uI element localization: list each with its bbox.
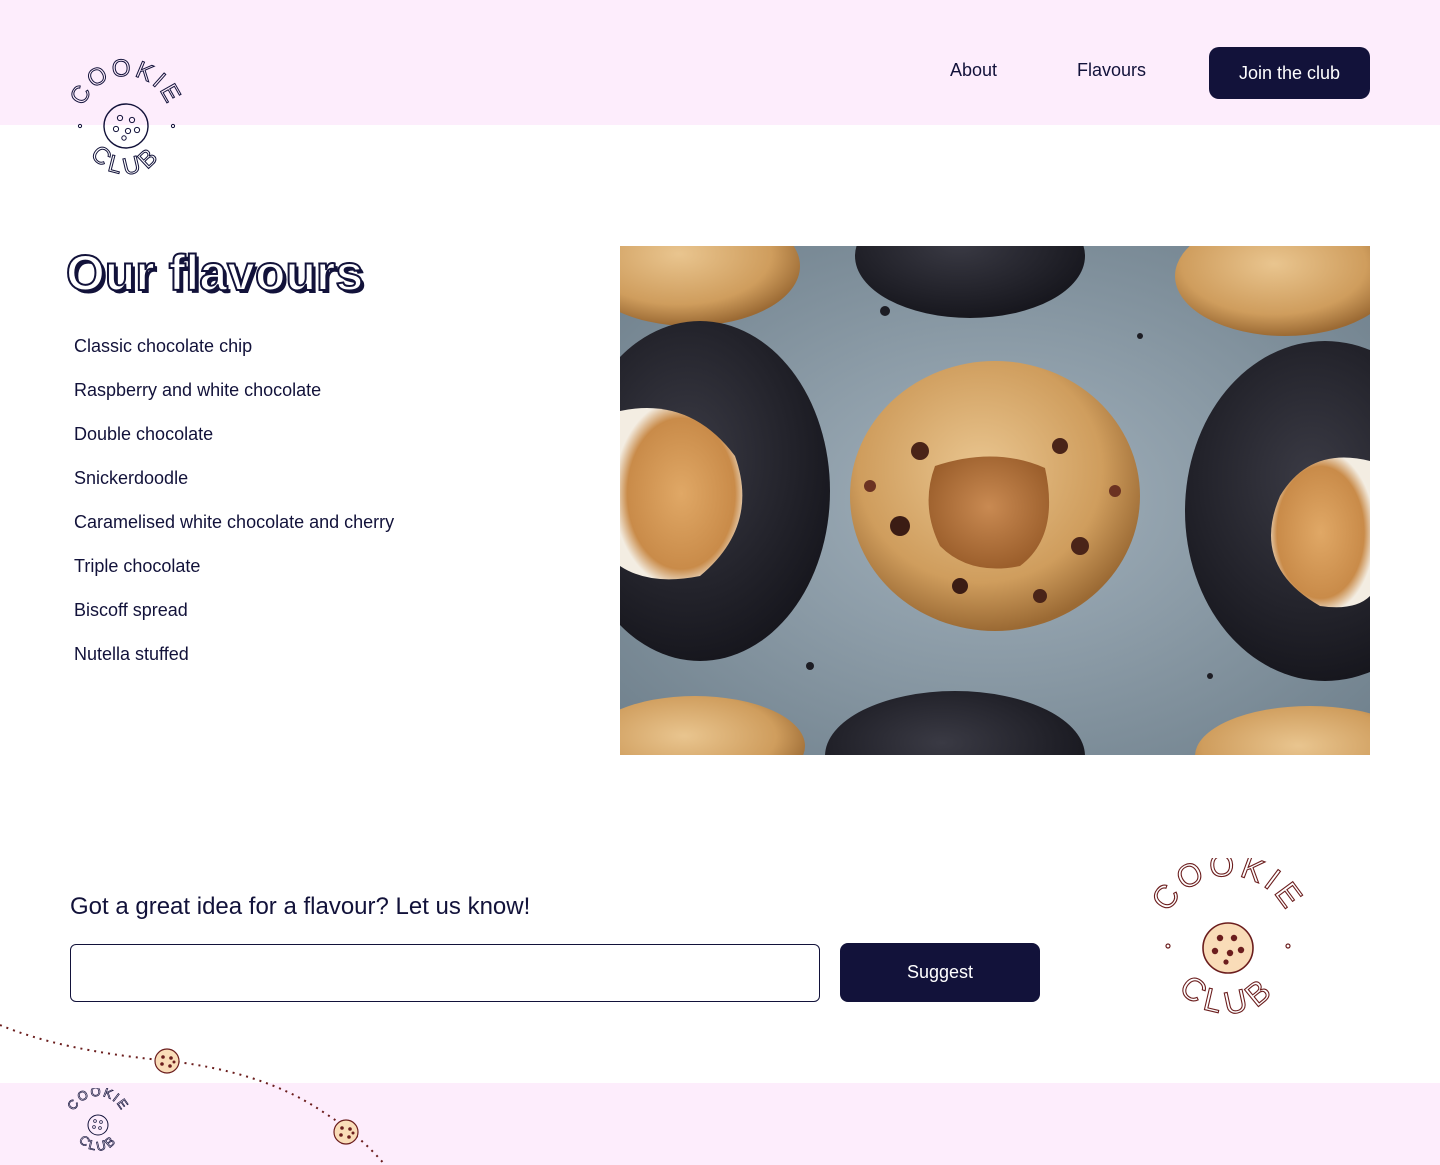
biscoff-centre <box>928 456 1050 569</box>
nav-about-link[interactable]: About <box>950 60 997 81</box>
flavour-item: Caramelised white chocolate and cherry <box>74 512 395 532</box>
logo-large-word-top: COOKIE <box>1144 846 1309 918</box>
flavour-item: Nutella stuffed <box>74 644 189 664</box>
cookie-club-logo[interactable]: COOKIE CLUB <box>60 54 192 190</box>
cookie-club-logo-large: COOKIE CLUB <box>1140 846 1316 1034</box>
flavour-list: Classic chocolate chip Raspberry and whi… <box>74 334 394 686</box>
suggest-button[interactable]: Suggest <box>840 943 1040 1002</box>
flavour-item: Double chocolate <box>74 424 214 444</box>
join-club-button[interactable]: Join the club <box>1209 47 1370 99</box>
page-title: Our flavours Our flavours <box>62 236 422 316</box>
flavour-item: Biscoff spread <box>74 600 188 620</box>
flavour-item: Classic chocolate chip <box>74 336 253 356</box>
flavour-item: Triple chocolate <box>74 556 201 576</box>
suggest-heading: Got a great idea for a flavour? Let us k… <box>70 893 531 920</box>
logo-word-bottom: CLUB <box>85 140 162 182</box>
flavour-item: Snickerdoodle <box>74 468 189 488</box>
svg-text:COOKIE: COOKIE <box>65 58 187 109</box>
flavour-item: Raspberry and white chocolate <box>74 380 322 400</box>
cookie-icon <box>154 1048 180 1074</box>
logo-footer-word-top: COOKIE <box>64 1083 131 1113</box>
svg-text:COOKIE: COOKIE <box>64 1088 132 1113</box>
cookie-club-logo-footer[interactable]: COOKIE CLUB <box>63 1083 133 1158</box>
page-title-text: Our flavours <box>66 245 363 301</box>
suggest-input[interactable] <box>70 944 820 1002</box>
logo-word-top: COOKIE <box>64 54 184 110</box>
svg-text:CLUB: CLUB <box>85 140 166 181</box>
svg-text:CLUB: CLUB <box>1173 968 1283 1022</box>
svg-text:COOKIE: COOKIE <box>1144 858 1312 917</box>
cookie-icon <box>1202 922 1254 974</box>
nav-flavours-link[interactable]: Flavours <box>1077 60 1146 81</box>
cookies-photo <box>620 246 1370 755</box>
site-footer <box>0 1083 1440 1165</box>
logo-large-word-bottom: CLUB <box>1173 967 1277 1022</box>
